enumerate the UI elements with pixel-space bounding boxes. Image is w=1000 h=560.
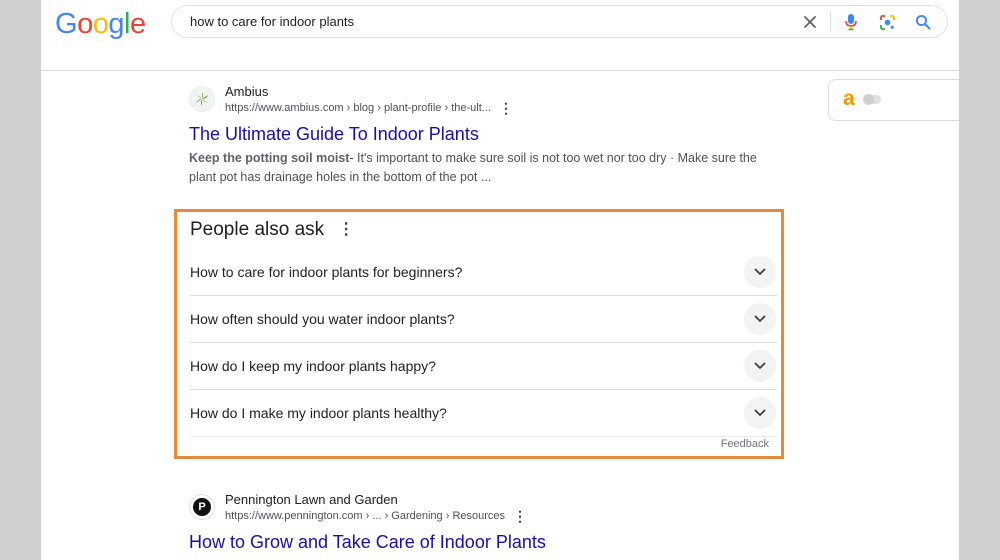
paa-question-item[interactable]: How do I make my indoor plants healthy?	[190, 390, 777, 437]
search-icon[interactable]	[911, 10, 935, 34]
search-result: P Pennington Lawn and Garden https://www…	[189, 488, 799, 554]
result-url-row: https://www.pennington.com › ... › Garde…	[225, 508, 527, 524]
people-also-ask-title: People also ask	[190, 219, 325, 240]
paa-question-item[interactable]: How to care for indoor plants for beginn…	[190, 249, 777, 296]
chevron-down-icon[interactable]	[744, 350, 776, 382]
chevron-down-icon[interactable]	[744, 397, 776, 429]
favicon-letter: P	[198, 500, 206, 513]
result-snippet: Keep the potting soil moist- It's import…	[189, 149, 769, 187]
more-options-icon[interactable]: ⋮	[513, 509, 527, 523]
snippet-highlight: Keep the potting soil moist	[189, 151, 350, 165]
result-source[interactable]: P Pennington Lawn and Garden https://www…	[189, 488, 799, 524]
paa-question-text: How to care for indoor plants for beginn…	[190, 264, 463, 280]
feedback-link[interactable]: Feedback	[721, 438, 769, 450]
result-url-row: https://www.ambius.com › blog › plant-pr…	[225, 100, 513, 116]
result-site-name: Pennington Lawn and Garden	[225, 492, 398, 507]
more-options-icon[interactable]: ⋮	[338, 222, 354, 238]
chevron-down-icon[interactable]	[744, 303, 776, 335]
paa-question-item[interactable]: How often should you water indoor plants…	[190, 296, 777, 343]
close-icon[interactable]	[798, 10, 822, 34]
paa-question-text: How do I make my indoor plants healthy?	[190, 405, 447, 421]
people-also-ask-list: How to care for indoor plants for beginn…	[190, 249, 777, 437]
result-title-link[interactable]: How to Grow and Take Care of Indoor Plan…	[189, 530, 546, 554]
search-input[interactable]	[190, 11, 750, 31]
paa-question-item[interactable]: How do I keep my indoor plants happy?	[190, 343, 777, 390]
leaf-icon	[189, 86, 215, 112]
paa-question-text: How do I keep my indoor plants happy?	[190, 358, 436, 374]
people-also-ask-box: People also ask ⋮ How to care for indoor…	[174, 209, 784, 459]
people-also-ask-header: People also ask ⋮	[190, 217, 354, 243]
result-title-link[interactable]: The Ultimate Guide To Indoor Plants	[189, 122, 479, 146]
search-header: Google	[41, 0, 959, 71]
result-url: https://www.pennington.com › ... › Garde…	[225, 510, 506, 522]
more-options-icon[interactable]: ⋮	[499, 101, 513, 115]
search-results-page: Google how to care for indoor plants a A…	[41, 0, 959, 560]
result-site-name: Ambius	[225, 84, 269, 99]
result-url: https://www.ambius.com › blog › plant-pr…	[225, 102, 491, 114]
result-source[interactable]: Ambius https://www.ambius.com › blog › p…	[189, 80, 799, 116]
organic-results: Ambius https://www.ambius.com › blog › p…	[189, 80, 799, 187]
google-logo[interactable]: Google	[55, 6, 146, 42]
paa-question-text: How often should you water indoor plants…	[190, 311, 455, 327]
mic-icon[interactable]	[839, 10, 863, 34]
extension-panel: a	[828, 79, 959, 121]
search-actions-divider	[830, 12, 831, 32]
extension-logo[interactable]: a	[843, 87, 855, 111]
search-result: Ambius https://www.ambius.com › blog › p…	[189, 80, 799, 187]
pennington-logo-icon: P	[189, 494, 215, 520]
extension-toggle[interactable]	[863, 94, 881, 105]
lens-icon[interactable]	[875, 10, 899, 34]
search-actions	[798, 10, 935, 34]
chevron-down-icon[interactable]	[744, 256, 776, 288]
search-box[interactable]	[171, 5, 948, 38]
